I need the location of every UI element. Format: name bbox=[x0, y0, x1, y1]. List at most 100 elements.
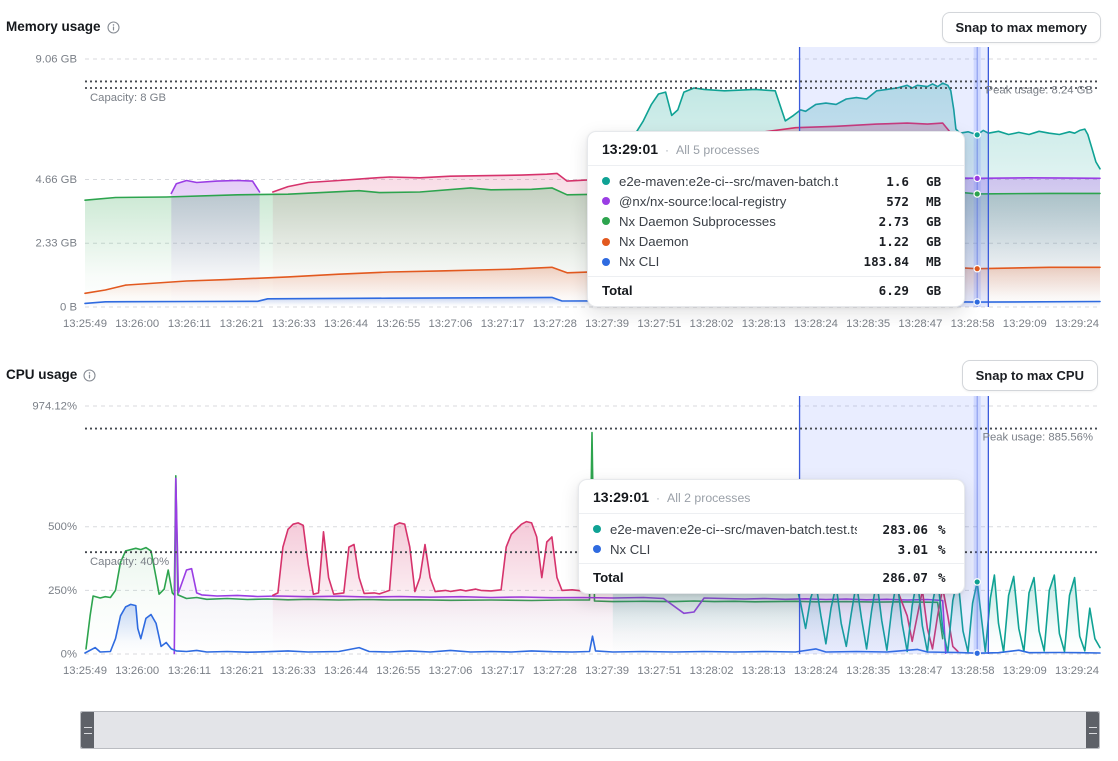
time-range-brush[interactable] bbox=[80, 711, 1100, 749]
svg-text:0 B: 0 B bbox=[60, 302, 77, 314]
tooltip-rows: e2e-maven:e2e-ci--src/maven-batch.test.t… bbox=[588, 166, 964, 276]
tooltip-row: Nx CLI 183.84 MB bbox=[588, 252, 964, 272]
tooltip-total-value: 6.29 bbox=[847, 283, 909, 298]
svg-text:Capacity: 8 GB: Capacity: 8 GB bbox=[90, 92, 166, 104]
process-unit: GB bbox=[926, 234, 950, 249]
process-value: 283.06 bbox=[866, 522, 928, 537]
svg-text:13:28:02: 13:28:02 bbox=[690, 318, 734, 330]
svg-text:13:29:09: 13:29:09 bbox=[1003, 665, 1047, 677]
svg-text:0%: 0% bbox=[61, 649, 77, 661]
svg-text:13:27:06: 13:27:06 bbox=[428, 665, 472, 677]
process-unit: GB bbox=[926, 174, 950, 189]
process-name: Nx CLI bbox=[619, 254, 838, 269]
process-value: 183.84 bbox=[847, 254, 909, 269]
tooltip-separator: · bbox=[656, 491, 660, 505]
svg-text:13:26:21: 13:26:21 bbox=[220, 318, 264, 330]
svg-text:13:28:13: 13:28:13 bbox=[742, 665, 786, 677]
process-name: Nx CLI bbox=[610, 542, 857, 557]
tooltip-header: 13:29:01 · All 2 processes bbox=[579, 480, 964, 514]
svg-text:13:29:24: 13:29:24 bbox=[1055, 318, 1099, 330]
svg-text:13:26:11: 13:26:11 bbox=[168, 318, 211, 330]
svg-text:Peak usage: 885.56%: Peak usage: 885.56% bbox=[982, 432, 1093, 444]
svg-text:13:27:51: 13:27:51 bbox=[637, 318, 681, 330]
tooltip-row: Nx Daemon Subprocesses 2.73 GB bbox=[588, 211, 964, 231]
series-color-dot bbox=[602, 197, 610, 205]
tooltip-row: e2e-maven:e2e-ci--src/maven-batch.test.t… bbox=[579, 519, 964, 539]
tooltip-subtitle: All 2 processes bbox=[667, 491, 750, 505]
series-color-dot bbox=[602, 238, 610, 246]
svg-text:13:29:24: 13:29:24 bbox=[1055, 665, 1099, 677]
tooltip-header: 13:29:01 · All 5 processes bbox=[588, 132, 964, 166]
process-unit: % bbox=[938, 542, 950, 557]
svg-text:13:26:33: 13:26:33 bbox=[272, 318, 316, 330]
svg-text:13:27:28: 13:27:28 bbox=[533, 318, 577, 330]
process-value: 572 bbox=[847, 194, 909, 209]
process-value: 2.73 bbox=[847, 214, 909, 229]
svg-text:13:28:47: 13:28:47 bbox=[898, 665, 942, 677]
svg-text:974.12%: 974.12% bbox=[32, 401, 77, 413]
process-value: 1.22 bbox=[847, 234, 909, 249]
brush-handle-left[interactable] bbox=[81, 712, 94, 748]
tooltip-total-unit: GB bbox=[926, 283, 950, 298]
svg-text:13:25:49: 13:25:49 bbox=[63, 665, 107, 677]
tooltip-total-value: 286.07 bbox=[866, 570, 928, 585]
process-value: 3.01 bbox=[866, 542, 928, 557]
svg-text:13:26:44: 13:26:44 bbox=[324, 318, 368, 330]
series-color-dot bbox=[602, 217, 610, 225]
svg-text:13:28:24: 13:28:24 bbox=[794, 318, 838, 330]
nx-profiler-page: Memory usage Snap to max memory CPU usag… bbox=[0, 0, 1118, 761]
process-name: @nx/nx-source:local-registry bbox=[619, 194, 838, 209]
tooltip-time: 13:29:01 bbox=[602, 141, 658, 157]
grip-icon bbox=[84, 727, 92, 734]
svg-text:9.06 GB: 9.06 GB bbox=[36, 54, 77, 66]
process-unit: GB bbox=[926, 214, 950, 229]
tooltip-row: e2e-maven:e2e-ci--src/maven-batch.test.t… bbox=[588, 171, 964, 191]
svg-text:13:26:00: 13:26:00 bbox=[115, 318, 159, 330]
series-color-dot bbox=[593, 525, 601, 533]
svg-text:13:26:11: 13:26:11 bbox=[168, 665, 211, 677]
svg-text:13:27:17: 13:27:17 bbox=[481, 665, 525, 677]
process-name: Nx Daemon bbox=[619, 234, 838, 249]
svg-text:13:28:02: 13:28:02 bbox=[690, 665, 734, 677]
svg-text:13:25:49: 13:25:49 bbox=[63, 318, 107, 330]
tooltip-rows: e2e-maven:e2e-ci--src/maven-batch.test.t… bbox=[579, 514, 964, 563]
brush-handle-right[interactable] bbox=[1086, 712, 1099, 748]
tooltip-row: Nx Daemon 1.22 GB bbox=[588, 232, 964, 252]
svg-text:4.66 GB: 4.66 GB bbox=[36, 174, 77, 186]
process-name: e2e-maven:e2e-ci--src/maven-batch.test.t… bbox=[619, 174, 838, 189]
svg-text:13:28:35: 13:28:35 bbox=[846, 318, 890, 330]
tooltip-row: Nx CLI 3.01% bbox=[579, 539, 964, 559]
tooltip-row: @nx/nx-source:local-registry572MB bbox=[588, 191, 964, 211]
series-color-dot bbox=[602, 177, 610, 185]
svg-text:13:27:39: 13:27:39 bbox=[585, 318, 629, 330]
svg-text:13:26:55: 13:26:55 bbox=[376, 318, 420, 330]
process-name: e2e-maven:e2e-ci--src/maven-batch.test.t… bbox=[610, 522, 857, 537]
svg-text:Capacity: 400%: Capacity: 400% bbox=[90, 556, 169, 568]
svg-text:13:29:09: 13:29:09 bbox=[1003, 318, 1047, 330]
process-unit: MB bbox=[926, 254, 950, 269]
tooltip-total-row: Total 286.07 % bbox=[579, 563, 964, 593]
tooltip-total-label: Total bbox=[602, 283, 838, 298]
svg-text:13:28:35: 13:28:35 bbox=[846, 665, 890, 677]
svg-text:13:26:44: 13:26:44 bbox=[324, 665, 368, 677]
tooltip-time: 13:29:01 bbox=[593, 489, 649, 505]
process-unit: % bbox=[938, 522, 950, 537]
svg-text:13:28:58: 13:28:58 bbox=[951, 665, 995, 677]
tooltip-subtitle: All 5 processes bbox=[676, 143, 759, 157]
grip-icon bbox=[1089, 727, 1097, 734]
cpu-tooltip: 13:29:01 · All 2 processes e2e-maven:e2e… bbox=[578, 479, 965, 594]
tooltip-separator: · bbox=[665, 143, 669, 157]
svg-text:13:26:00: 13:26:00 bbox=[115, 665, 159, 677]
svg-text:13:27:51: 13:27:51 bbox=[637, 665, 681, 677]
memory-tooltip: 13:29:01 · All 5 processes e2e-maven:e2e… bbox=[587, 131, 965, 307]
svg-text:13:27:06: 13:27:06 bbox=[428, 318, 472, 330]
brush-track[interactable] bbox=[94, 712, 1086, 748]
svg-text:2.33 GB: 2.33 GB bbox=[36, 238, 77, 250]
series-color-dot bbox=[602, 258, 610, 266]
tooltip-total-unit: % bbox=[938, 570, 950, 585]
svg-text:13:26:55: 13:26:55 bbox=[376, 665, 420, 677]
svg-text:Peak usage: 8.24 GB: Peak usage: 8.24 GB bbox=[986, 84, 1093, 96]
svg-text:13:26:21: 13:26:21 bbox=[220, 665, 264, 677]
process-value: 1.6 bbox=[847, 174, 909, 189]
process-name: Nx Daemon Subprocesses bbox=[619, 214, 838, 229]
